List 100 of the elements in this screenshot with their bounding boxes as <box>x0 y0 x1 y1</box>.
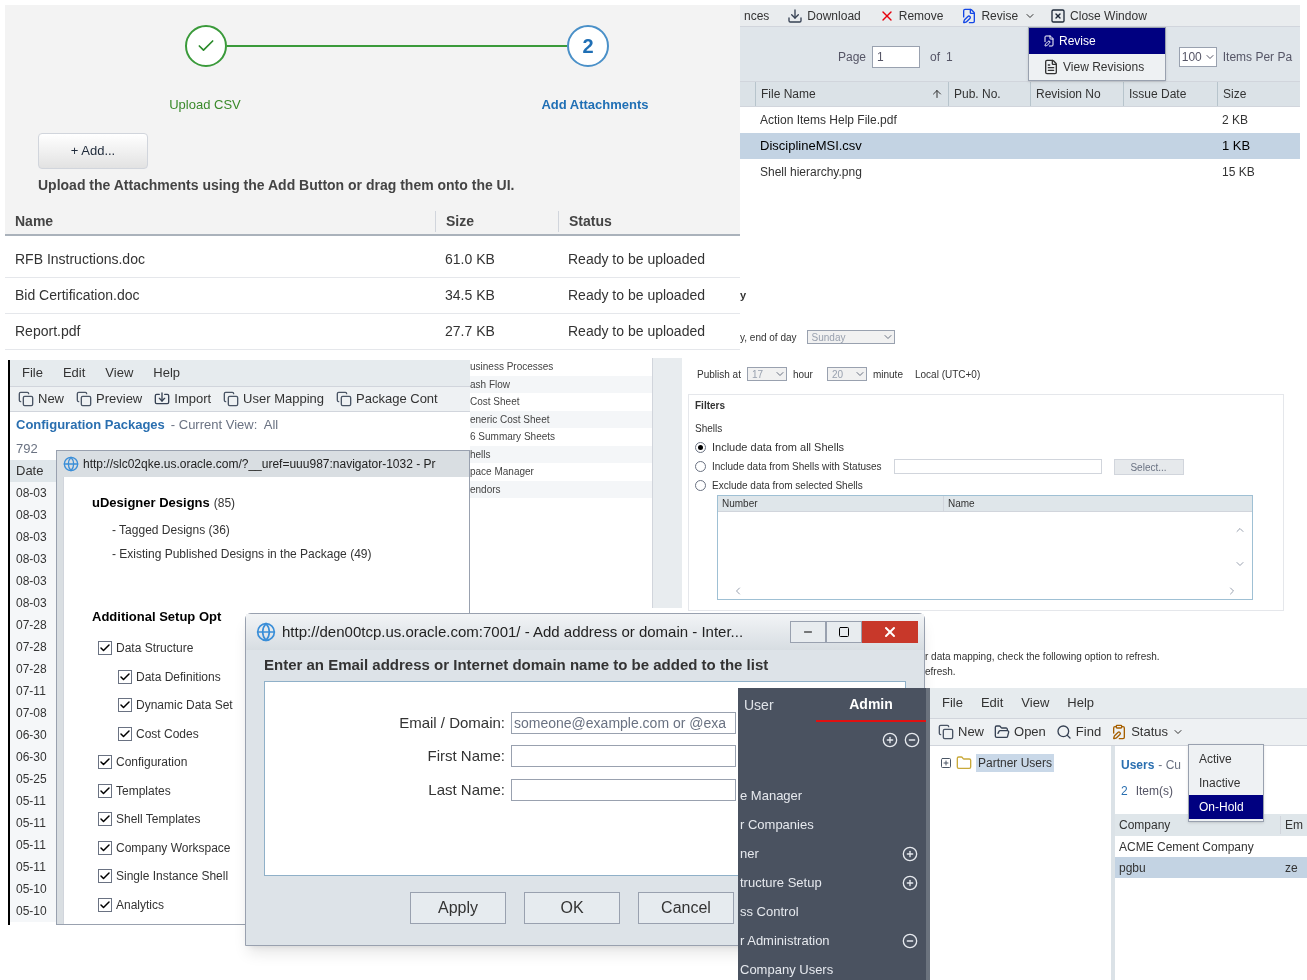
toolbar-button[interactable]: Remove <box>874 6 948 25</box>
table-row[interactable]: DisciplineMSI.csv 1 KB <box>740 133 1300 159</box>
column-header[interactable]: File Name <box>755 82 948 106</box>
checkbox[interactable] <box>98 783 112 798</box>
table-row[interactable]: Shell hierarchy.png 15 KB <box>740 159 1300 185</box>
toolbar-button[interactable]: Revise <box>957 6 1023 25</box>
close-button[interactable] <box>862 621 918 643</box>
folder-icon <box>994 724 1010 740</box>
sidebar-tab[interactable]: User <box>738 688 816 722</box>
select-button[interactable]: Select... <box>1113 458 1184 475</box>
browser-icon <box>63 456 79 472</box>
menu-item[interactable]: View Revisions <box>1029 54 1165 80</box>
expand-icon[interactable] <box>940 757 952 769</box>
checkbox-label: Cost Codes <box>136 725 199 743</box>
toolbar-button[interactable]: New <box>938 722 984 742</box>
column-header[interactable]: Revision No <box>1030 82 1123 106</box>
menu-item[interactable]: Help <box>1067 693 1095 713</box>
dialog-heading: Enter an Email address or Internet domain name to be added to the list <box>264 655 770 675</box>
list-item[interactable]: pace Manager <box>470 463 652 481</box>
list-item[interactable]: endors <box>470 480 652 498</box>
menu-item[interactable]: Edit <box>980 693 1004 713</box>
page-field[interactable]: 1 <box>872 46 921 68</box>
column-header[interactable]: Em <box>1281 816 1307 834</box>
menu-item[interactable]: File <box>942 693 963 713</box>
menu-item[interactable]: Revise <box>1029 28 1165 54</box>
menu-item[interactable]: View <box>1021 693 1050 713</box>
radio-button[interactable] <box>695 480 706 491</box>
input-field[interactable]: someone@example.com or @exa <box>511 711 736 734</box>
toolbar-button[interactable]: Close Window <box>1046 6 1151 25</box>
nav-item[interactable]: Company Users <box>738 955 926 980</box>
checkbox[interactable] <box>98 641 112 656</box>
collapse-icon[interactable] <box>902 932 918 949</box>
collapse-all-icon[interactable] <box>904 732 920 748</box>
checkbox[interactable] <box>98 840 112 855</box>
toolbar-button[interactable]: Status <box>1111 722 1168 742</box>
menu-item[interactable]: Help <box>153 363 181 383</box>
page-title: Configuration Packages <box>16 416 165 435</box>
toolbar-button[interactable]: Open <box>994 722 1046 742</box>
toolbar-button[interactable]: New <box>18 389 64 409</box>
menu-item[interactable]: Inactive <box>1189 771 1263 795</box>
dialog-button[interactable]: Apply <box>410 891 506 924</box>
add-button[interactable]: + Add... <box>38 132 148 170</box>
list-item[interactable]: ash Flow <box>470 375 652 393</box>
nav-item[interactable]: tructure Setup <box>738 868 926 897</box>
column-header[interactable]: Size <box>1217 82 1300 106</box>
dialog-button[interactable]: OK <box>524 891 620 924</box>
table-cell: 05-10 <box>10 900 58 922</box>
note-text: efresh. <box>925 664 957 679</box>
column-header[interactable]: Pub. No. <box>948 82 1030 106</box>
step-label: Add Attachments <box>540 96 650 114</box>
field-label: First Name: <box>426 746 505 766</box>
checkbox[interactable] <box>98 869 112 884</box>
pager-label: Items Per Pa <box>1222 49 1293 66</box>
menu-item[interactable]: Edit <box>62 363 86 383</box>
checkbox[interactable] <box>98 812 112 827</box>
checkbox-label: Shell Templates <box>116 811 201 829</box>
radio-button[interactable] <box>695 442 706 453</box>
nav-item[interactable]: ss Control <box>738 897 926 926</box>
list-item[interactable]: Cost Sheet <box>470 393 652 411</box>
checkbox[interactable] <box>118 698 132 713</box>
list-item[interactable]: eneric Cost Sheet <box>470 410 652 428</box>
checkbox[interactable] <box>118 669 132 684</box>
list-item[interactable]: usiness Processes <box>470 358 652 376</box>
table-row[interactable]: ACME Cement Company <box>1115 836 1307 857</box>
toolbar-button[interactable]: Import <box>154 389 212 409</box>
radio-label: Exclude data from selected Shells <box>712 479 863 493</box>
input-field[interactable] <box>511 778 736 801</box>
per-page-select[interactable]: 100 <box>1178 47 1217 67</box>
checkbox[interactable] <box>118 726 132 741</box>
toolbar-button[interactable]: Find <box>1055 722 1102 742</box>
radio-button[interactable] <box>695 461 706 472</box>
list-item[interactable]: 6 Summary Sheets <box>470 428 652 446</box>
menu-item[interactable]: Active <box>1189 747 1263 771</box>
menu-item[interactable]: On-Hold <box>1189 795 1263 819</box>
table-cell: 06-30 <box>10 724 58 746</box>
expand-all-icon[interactable] <box>882 732 898 748</box>
table-row[interactable]: pgbu ze <box>1115 857 1307 878</box>
checkbox[interactable] <box>98 897 112 912</box>
checkbox[interactable] <box>98 755 112 770</box>
tree-item[interactable]: Partner Users <box>976 754 1055 772</box>
column-header[interactable]: Issue Date <box>1123 82 1217 106</box>
menu-item[interactable]: View <box>105 363 134 383</box>
checkbox-label: Templates <box>116 782 171 800</box>
status-field[interactable] <box>893 459 1102 474</box>
dialog-button[interactable]: Cancel <box>638 891 734 924</box>
nav-item[interactable]: r Companies <box>738 810 926 839</box>
nav-item[interactable]: r Administration <box>738 926 926 955</box>
maximize-button[interactable] <box>826 621 862 643</box>
menu-item[interactable]: File <box>22 363 43 383</box>
list-item[interactable]: hells <box>470 445 652 463</box>
toolbar-button[interactable]: Package Cont <box>336 389 438 409</box>
toolbar-button[interactable]: nces <box>740 6 774 25</box>
table-row[interactable]: Action Items Help File.pdf 2 KB <box>740 107 1300 133</box>
nav-item[interactable]: e Manager <box>738 781 926 810</box>
input-field[interactable] <box>511 745 736 768</box>
toolbar-button[interactable]: Preview <box>76 389 143 409</box>
toolbar-button[interactable]: Download <box>783 6 865 25</box>
toolbar-button[interactable]: User Mapping <box>223 389 325 409</box>
nav-item[interactable]: ner <box>738 839 926 868</box>
document-icon <box>18 391 34 407</box>
